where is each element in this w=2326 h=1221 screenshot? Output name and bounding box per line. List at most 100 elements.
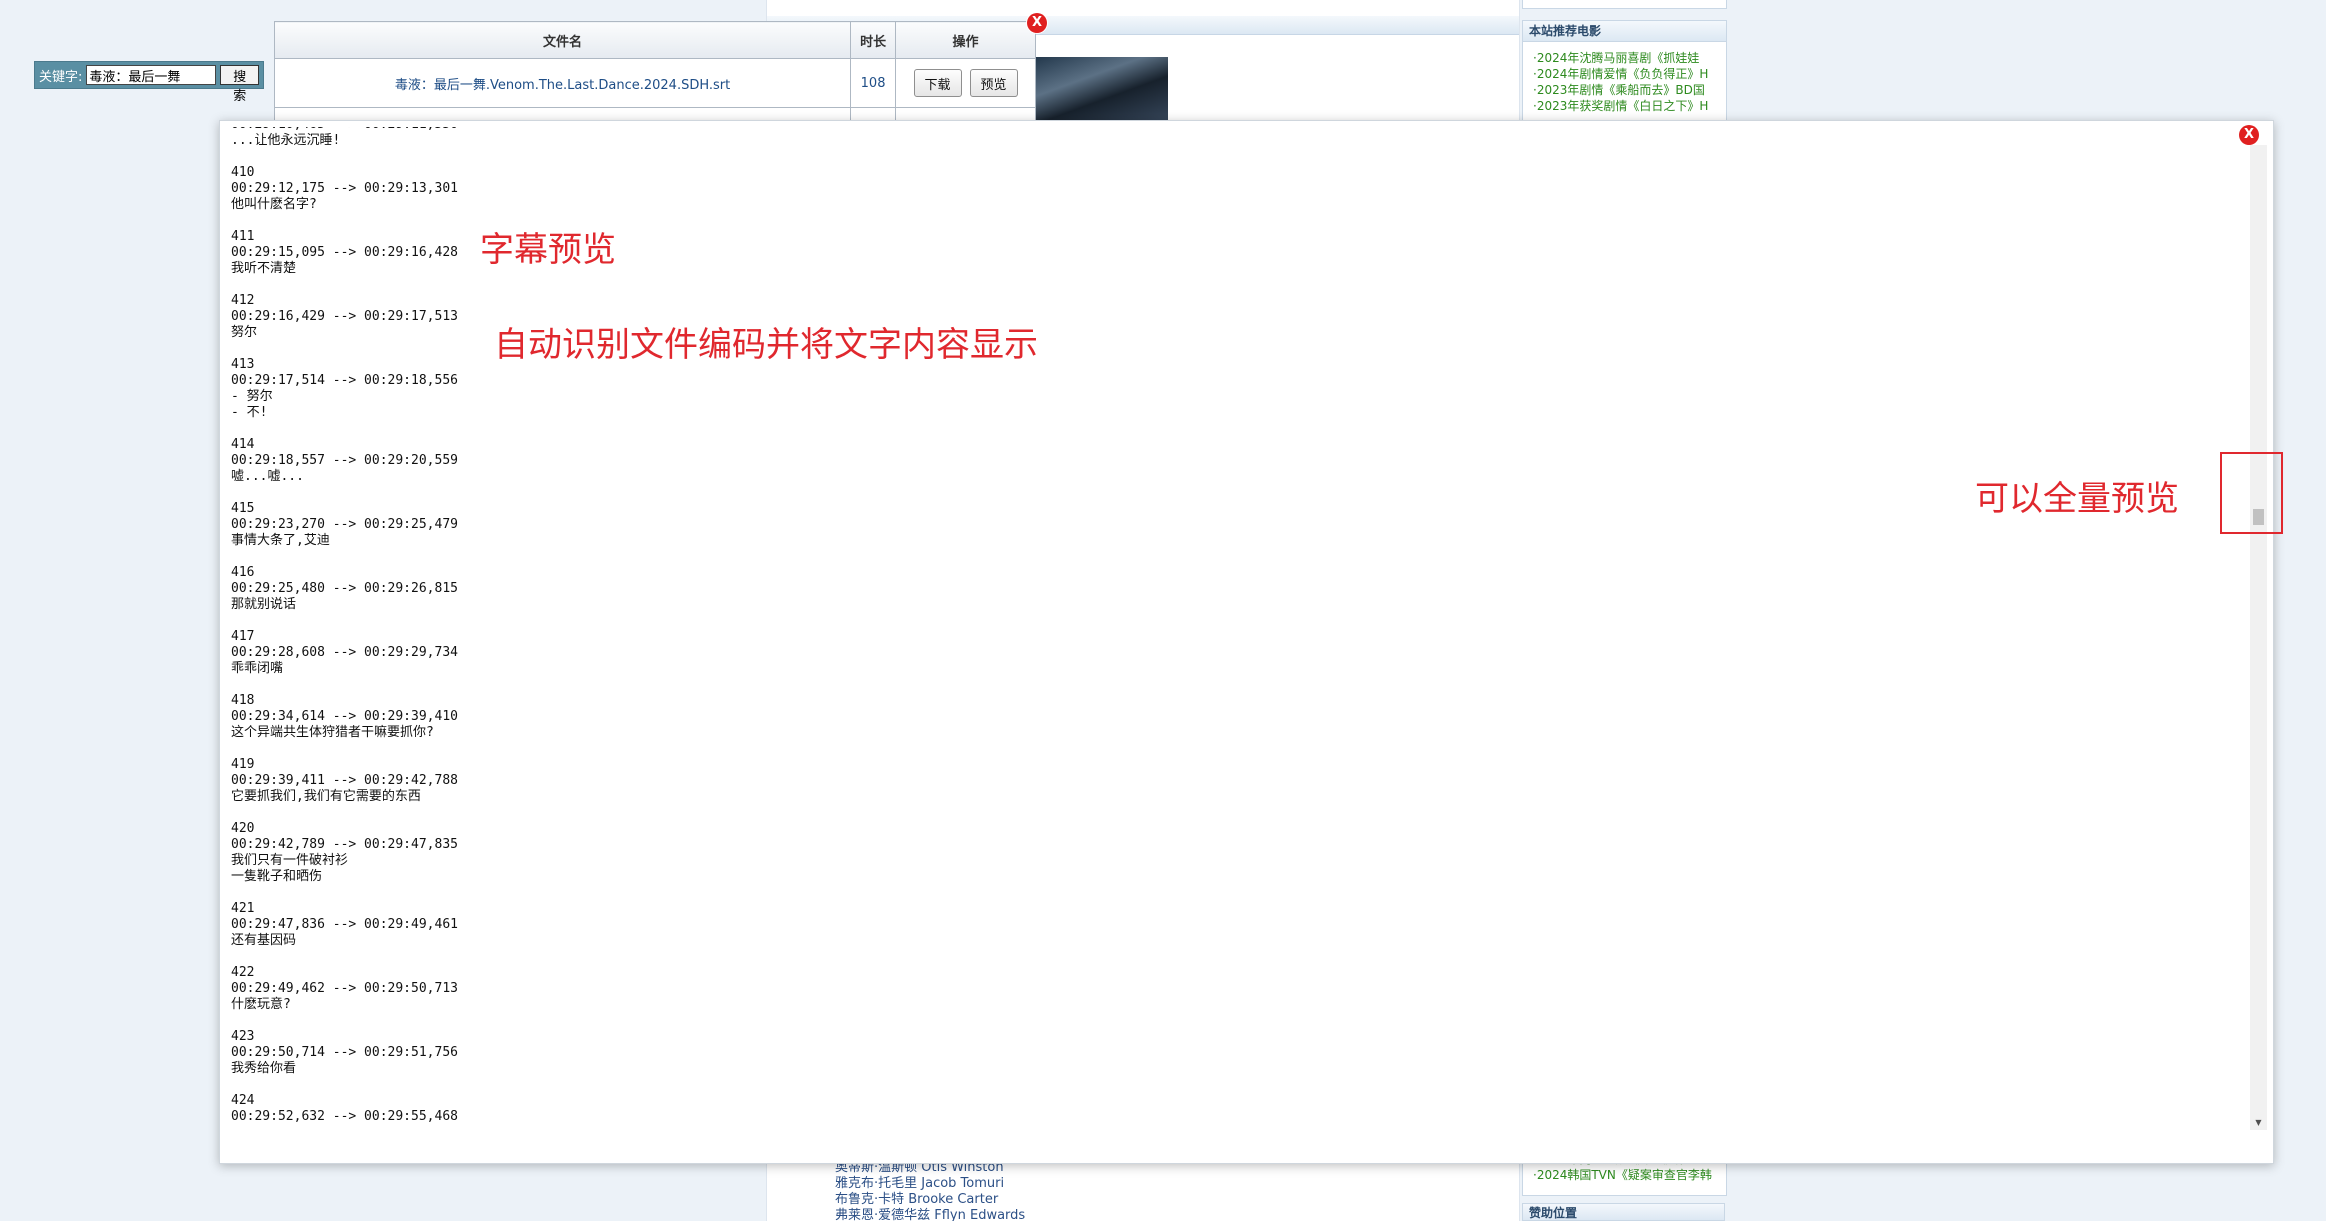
subtitle-cue: 411 00:29:15,095 --> 00:29:16,428 我听不清楚: [231, 229, 458, 277]
subtitle-file-table: 文件名 时长 操作 毒液：最后一舞.Venom.The.Last.Dance.2…: [273, 21, 1036, 123]
cue-timecode: 00:29:50,714 --> 00:29:51,756: [231, 1045, 458, 1060]
subtitle-cue: 410 00:29:12,175 --> 00:29:13,301 他叫什麽名字?: [231, 165, 458, 213]
subtitle-cue: 00:29:10,465 --> 00:29:11,550...让他永远沉睡!: [231, 127, 458, 149]
cue-timecode: 00:29:49,462 --> 00:29:50,713: [231, 981, 458, 996]
column-header-actions: 操作: [895, 21, 1036, 59]
cue-text-line: 乖乖闭嘴: [231, 661, 284, 676]
cue-index: 414: [231, 437, 255, 452]
sidebar-recommended-title: 本站推荐电影: [1523, 21, 1726, 42]
cast-items: 奥蒂斯·温斯顿 Otis Winston 雅克布·托毛里 Jacob Tomur…: [835, 1160, 1025, 1221]
cue-text-line: 事情大条了,艾迪: [231, 533, 330, 548]
subtitle-cue: 419 00:29:39,411 --> 00:29:42,788 它要抓我们,我们…: [231, 757, 458, 805]
sidebar-link[interactable]: ·2024韩国TVN《疑案审查官李韩: [1533, 1167, 1726, 1183]
cue-index: 411: [231, 229, 255, 244]
sidebar-recommended: 本站推荐电影 ·2024年沈腾马丽喜剧《抓娃娃 ·2024年剧情爱情《负负得正》…: [1522, 20, 1727, 128]
cue-index: 417: [231, 629, 255, 644]
cue-text-line: 他叫什麽名字?: [231, 197, 317, 212]
cue-timecode: 00:29:39,411 --> 00:29:42,788: [231, 773, 458, 788]
search-bar: 关键字: 搜索: [34, 61, 264, 104]
duration-cell: 108: [850, 58, 897, 108]
cue-text-line: 这个异端共生体狩猎者干嘛要抓你?: [231, 725, 434, 740]
cast-member-link[interactable]: 布鲁克·卡特 Brooke Carter: [835, 1192, 1025, 1208]
cue-text-line: 还有基因码: [231, 933, 297, 948]
cue-timecode: 00:29:34,614 --> 00:29:39,410: [231, 709, 458, 724]
annotation-full-preview: 可以全量预览: [1975, 479, 2179, 519]
column-header-filename: 文件名: [273, 21, 852, 59]
cue-timecode: 00:29:42,789 --> 00:29:47,835: [231, 837, 458, 852]
cue-timecode: 00:29:15,095 --> 00:29:16,428: [231, 245, 458, 260]
cue-timecode: 00:29:25,480 --> 00:29:26,815: [231, 581, 458, 596]
cue-timecode: 00:29:12,175 --> 00:29:13,301: [231, 181, 458, 196]
cue-timecode: 00:29:23,270 --> 00:29:25,479: [231, 517, 458, 532]
movie-poster-image: [1036, 57, 1168, 121]
file-table-close-icon[interactable]: X: [1027, 13, 1047, 33]
cast-list: 奥蒂斯·温斯顿 Otis Winston 雅克布·托毛里 Jacob Tomur…: [835, 1160, 1025, 1221]
cue-index: 422: [231, 965, 255, 980]
cue-text-line: 我秀给你看: [231, 1061, 297, 1076]
cue-index: 413: [231, 357, 255, 372]
subtitle-cue: 423 00:29:50,714 --> 00:29:51,756 我秀给你看: [231, 1029, 458, 1077]
cue-text-line: 它要抓我们,我们有它需要的东西: [231, 789, 421, 804]
cue-index: 416: [231, 565, 255, 580]
cue-timecode: 00:29:16,429 --> 00:29:17,513: [231, 309, 458, 324]
cast-member-link[interactable]: 雅克布·托毛里 Jacob Tomuri: [835, 1176, 1025, 1192]
subtitle-cue: 424 00:29:52,632 --> 00:29:55,468: [231, 1093, 458, 1125]
sidebar-recommended-list: ·2024年沈腾马丽喜剧《抓娃娃 ·2024年剧情爱情《负负得正》H ·2023…: [1523, 50, 1726, 114]
annotation-encoding: 自动识别文件编码并将文字内容显示: [494, 325, 1038, 365]
subtitle-cue: 414 00:29:18,557 --> 00:29:20,559 嘘...嘘...: [231, 437, 458, 485]
cue-timecode: 00:29:18,557 --> 00:29:20,559: [231, 453, 458, 468]
cue-text-line: 努尔: [231, 325, 258, 340]
subtitle-cue: 420 00:29:42,789 --> 00:29:47,835 我们只有一件破衬…: [231, 821, 458, 885]
sidebar-link[interactable]: ·2023年剧情《乘船而去》BD国: [1533, 82, 1723, 98]
sidebar-link[interactable]: ·2024年剧情爱情《负负得正》H: [1533, 66, 1723, 82]
annotation-scrollbar-highlight: [2220, 452, 2283, 534]
sidebar-link[interactable]: ·2023年获奖剧情《白日之下》H: [1533, 98, 1723, 114]
cue-index: 424: [231, 1093, 255, 1108]
cue-index: 410: [231, 165, 255, 180]
cue-index: 415: [231, 501, 255, 516]
cue-index: 421: [231, 901, 255, 916]
cue-text-line: 嘘...嘘...: [231, 469, 304, 484]
subtitle-preview-modal: X 00:29:10,465 --> 00:29:11,550...让他永远沉睡…: [219, 120, 2283, 1164]
cue-index: 420: [231, 821, 255, 836]
cue-index: 419: [231, 757, 255, 772]
subtitle-cue: 422 00:29:49,462 --> 00:29:50,713 什麽玩意?: [231, 965, 458, 1013]
cue-timecode: 00:29:47,836 --> 00:29:49,461: [231, 917, 458, 932]
cue-timecode: 00:29:28,608 --> 00:29:29,734: [231, 645, 458, 660]
sidebar-sponsor-title: 赞助位置: [1522, 1203, 1725, 1221]
cue-text-line: 我们只有一件破衬衫: [231, 853, 349, 868]
cue-text-line: 那就别说话: [231, 597, 297, 612]
search-input[interactable]: [86, 65, 217, 85]
actions-cell: 下载 预览: [895, 58, 1036, 108]
subtitle-cue-list: 00:29:10,465 --> 00:29:11,550...让他永远沉睡! 4…: [231, 127, 458, 1127]
table-header-row: 文件名 时长 操作: [273, 21, 1036, 59]
cue-index: 423: [231, 1029, 255, 1044]
cast-member-link[interactable]: 弗莱恩·爱德华兹 Fflyn Edwards: [835, 1208, 1025, 1221]
sidebar-link[interactable]: ·2024年沈腾马丽喜剧《抓娃娃: [1533, 50, 1723, 66]
cue-index: 418: [231, 693, 255, 708]
preview-button[interactable]: 预览: [969, 69, 1018, 97]
cue-text-line: - 不!: [231, 405, 268, 420]
subtitle-cue: 417 00:29:28,608 --> 00:29:29,734 乖乖闭嘴: [231, 629, 458, 677]
cue-text-line: - 努尔: [231, 389, 273, 404]
scroll-down-arrow-icon[interactable]: ▼: [2250, 1116, 2267, 1130]
preview-scrollbar[interactable]: ▼: [2250, 145, 2267, 1130]
cue-text-line: 一隻靴子和晒伤: [231, 869, 323, 884]
search-button[interactable]: 搜索: [220, 65, 259, 104]
download-button[interactable]: 下载: [913, 69, 962, 97]
subtitle-cue: 421 00:29:47,836 --> 00:29:49,461 还有基因码: [231, 901, 458, 949]
table-row: 毒液：最后一舞.Venom.The.Last.Dance.2024.SDH.sr…: [273, 58, 1036, 108]
cue-index: 412: [231, 293, 255, 308]
cue-text-line: 我听不清楚: [231, 261, 297, 276]
column-header-duration: 时长: [850, 21, 897, 59]
subtitle-cue: 415 00:29:23,270 --> 00:29:25,479 事情大条了,艾迪: [231, 501, 458, 549]
cue-text-line: 什麽玩意?: [231, 997, 291, 1012]
subtitle-cue: 416 00:29:25,480 --> 00:29:26,815 那就别说话: [231, 565, 458, 613]
subtitle-cue: 413 00:29:17,514 --> 00:29:18,556- 努尔 - 不!: [231, 357, 458, 421]
cue-timecode: 00:29:17,514 --> 00:29:18,556: [231, 373, 458, 388]
subtitle-text-view[interactable]: 00:29:10,465 --> 00:29:11,550...让他永远沉睡! 4…: [231, 127, 2251, 1127]
sidebar-top-strip: [1522, 0, 1727, 9]
cue-text-line: ...让他永远沉睡!: [231, 133, 341, 148]
file-name-cell[interactable]: 毒液：最后一舞.Venom.The.Last.Dance.2024.SDH.sr…: [273, 58, 852, 108]
search-keyword-label: 关键字:: [39, 69, 83, 85]
